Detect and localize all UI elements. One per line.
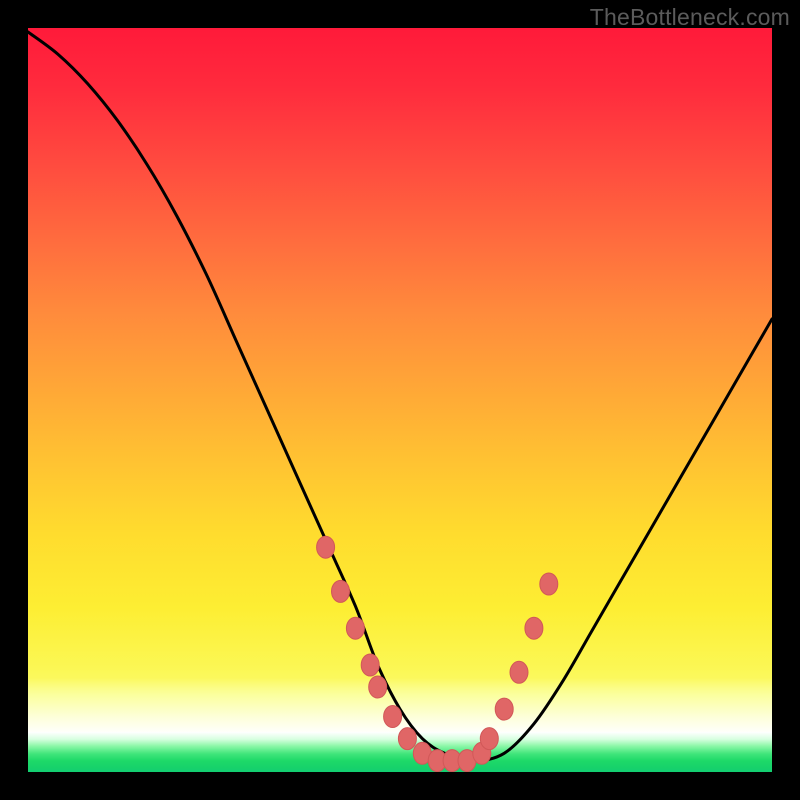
curve-marker xyxy=(540,573,558,595)
curve-marker xyxy=(317,536,335,558)
plot-area xyxy=(28,28,772,772)
curve-marker xyxy=(346,617,364,639)
curve-marker xyxy=(510,661,528,683)
curve-marker xyxy=(361,654,379,676)
curve-marker xyxy=(495,698,513,720)
bottleneck-curve xyxy=(28,32,772,761)
curve-marker xyxy=(332,580,350,602)
curve-marker xyxy=(525,617,543,639)
chart-frame: TheBottleneck.com xyxy=(0,0,800,800)
curve-layer xyxy=(28,28,772,772)
curve-marker xyxy=(398,728,416,750)
curve-marker xyxy=(369,676,387,698)
curve-marker xyxy=(480,728,498,750)
curve-marker xyxy=(384,706,402,728)
watermark-text: TheBottleneck.com xyxy=(590,4,790,31)
